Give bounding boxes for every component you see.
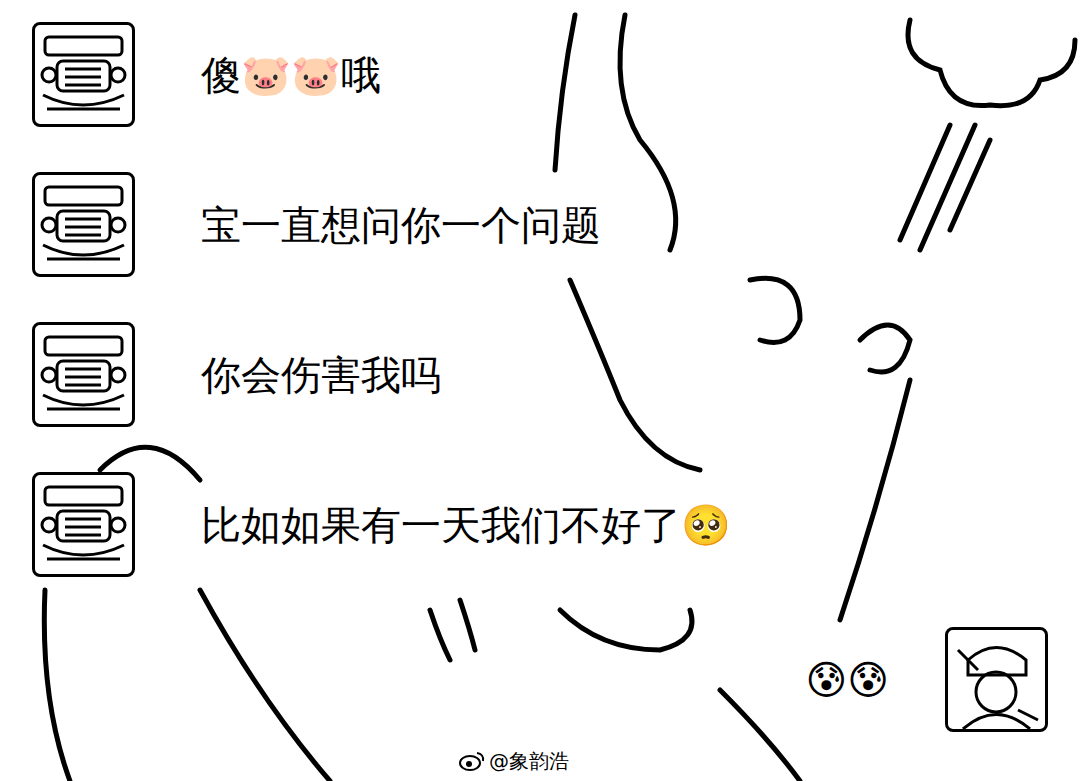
watermark: @象韵浩 <box>455 749 573 773</box>
avatar[interactable] <box>945 627 1048 732</box>
sent-messages: 😰😰 <box>0 627 1080 732</box>
message-text[interactable]: 比如如果有一天我们不好了🥺 <box>195 497 737 553</box>
message-row: 傻🐷🐷哦 <box>32 22 1080 127</box>
avatar[interactable] <box>32 472 135 577</box>
cartoon-drawing-icon <box>0 0 1080 781</box>
message-row: 你会伤害我吗 <box>32 322 1080 427</box>
message-text[interactable]: 😰😰 <box>800 652 895 708</box>
message-row: 宝一直想问你一个问题 <box>32 172 1080 277</box>
received-messages: 傻🐷🐷哦宝一直想问你一个问题你会伤害我吗比如如果有一天我们不好了🥺 <box>0 0 1080 577</box>
message-text[interactable]: 你会伤害我吗 <box>195 347 447 403</box>
message-text[interactable]: 宝一直想问你一个问题 <box>195 197 607 253</box>
message-text[interactable]: 傻🐷🐷哦 <box>195 47 387 103</box>
message-row: 😰😰 <box>800 627 1048 732</box>
avatar[interactable] <box>32 22 135 127</box>
avatar[interactable] <box>32 172 135 277</box>
person-avatar-icon <box>948 630 1045 729</box>
car-avatar-icon <box>35 175 132 274</box>
car-avatar-icon <box>35 475 132 574</box>
message-row: 比如如果有一天我们不好了🥺 <box>32 472 1080 577</box>
avatar[interactable] <box>32 322 135 427</box>
chat-screenshot: 傻🐷🐷哦宝一直想问你一个问题你会伤害我吗比如如果有一天我们不好了🥺 😰😰 @象韵浩 <box>0 0 1080 781</box>
weibo-logo-icon <box>459 751 485 771</box>
car-avatar-icon <box>35 325 132 424</box>
car-avatar-icon <box>35 25 132 124</box>
watermark-text: @象韵浩 <box>489 749 569 773</box>
